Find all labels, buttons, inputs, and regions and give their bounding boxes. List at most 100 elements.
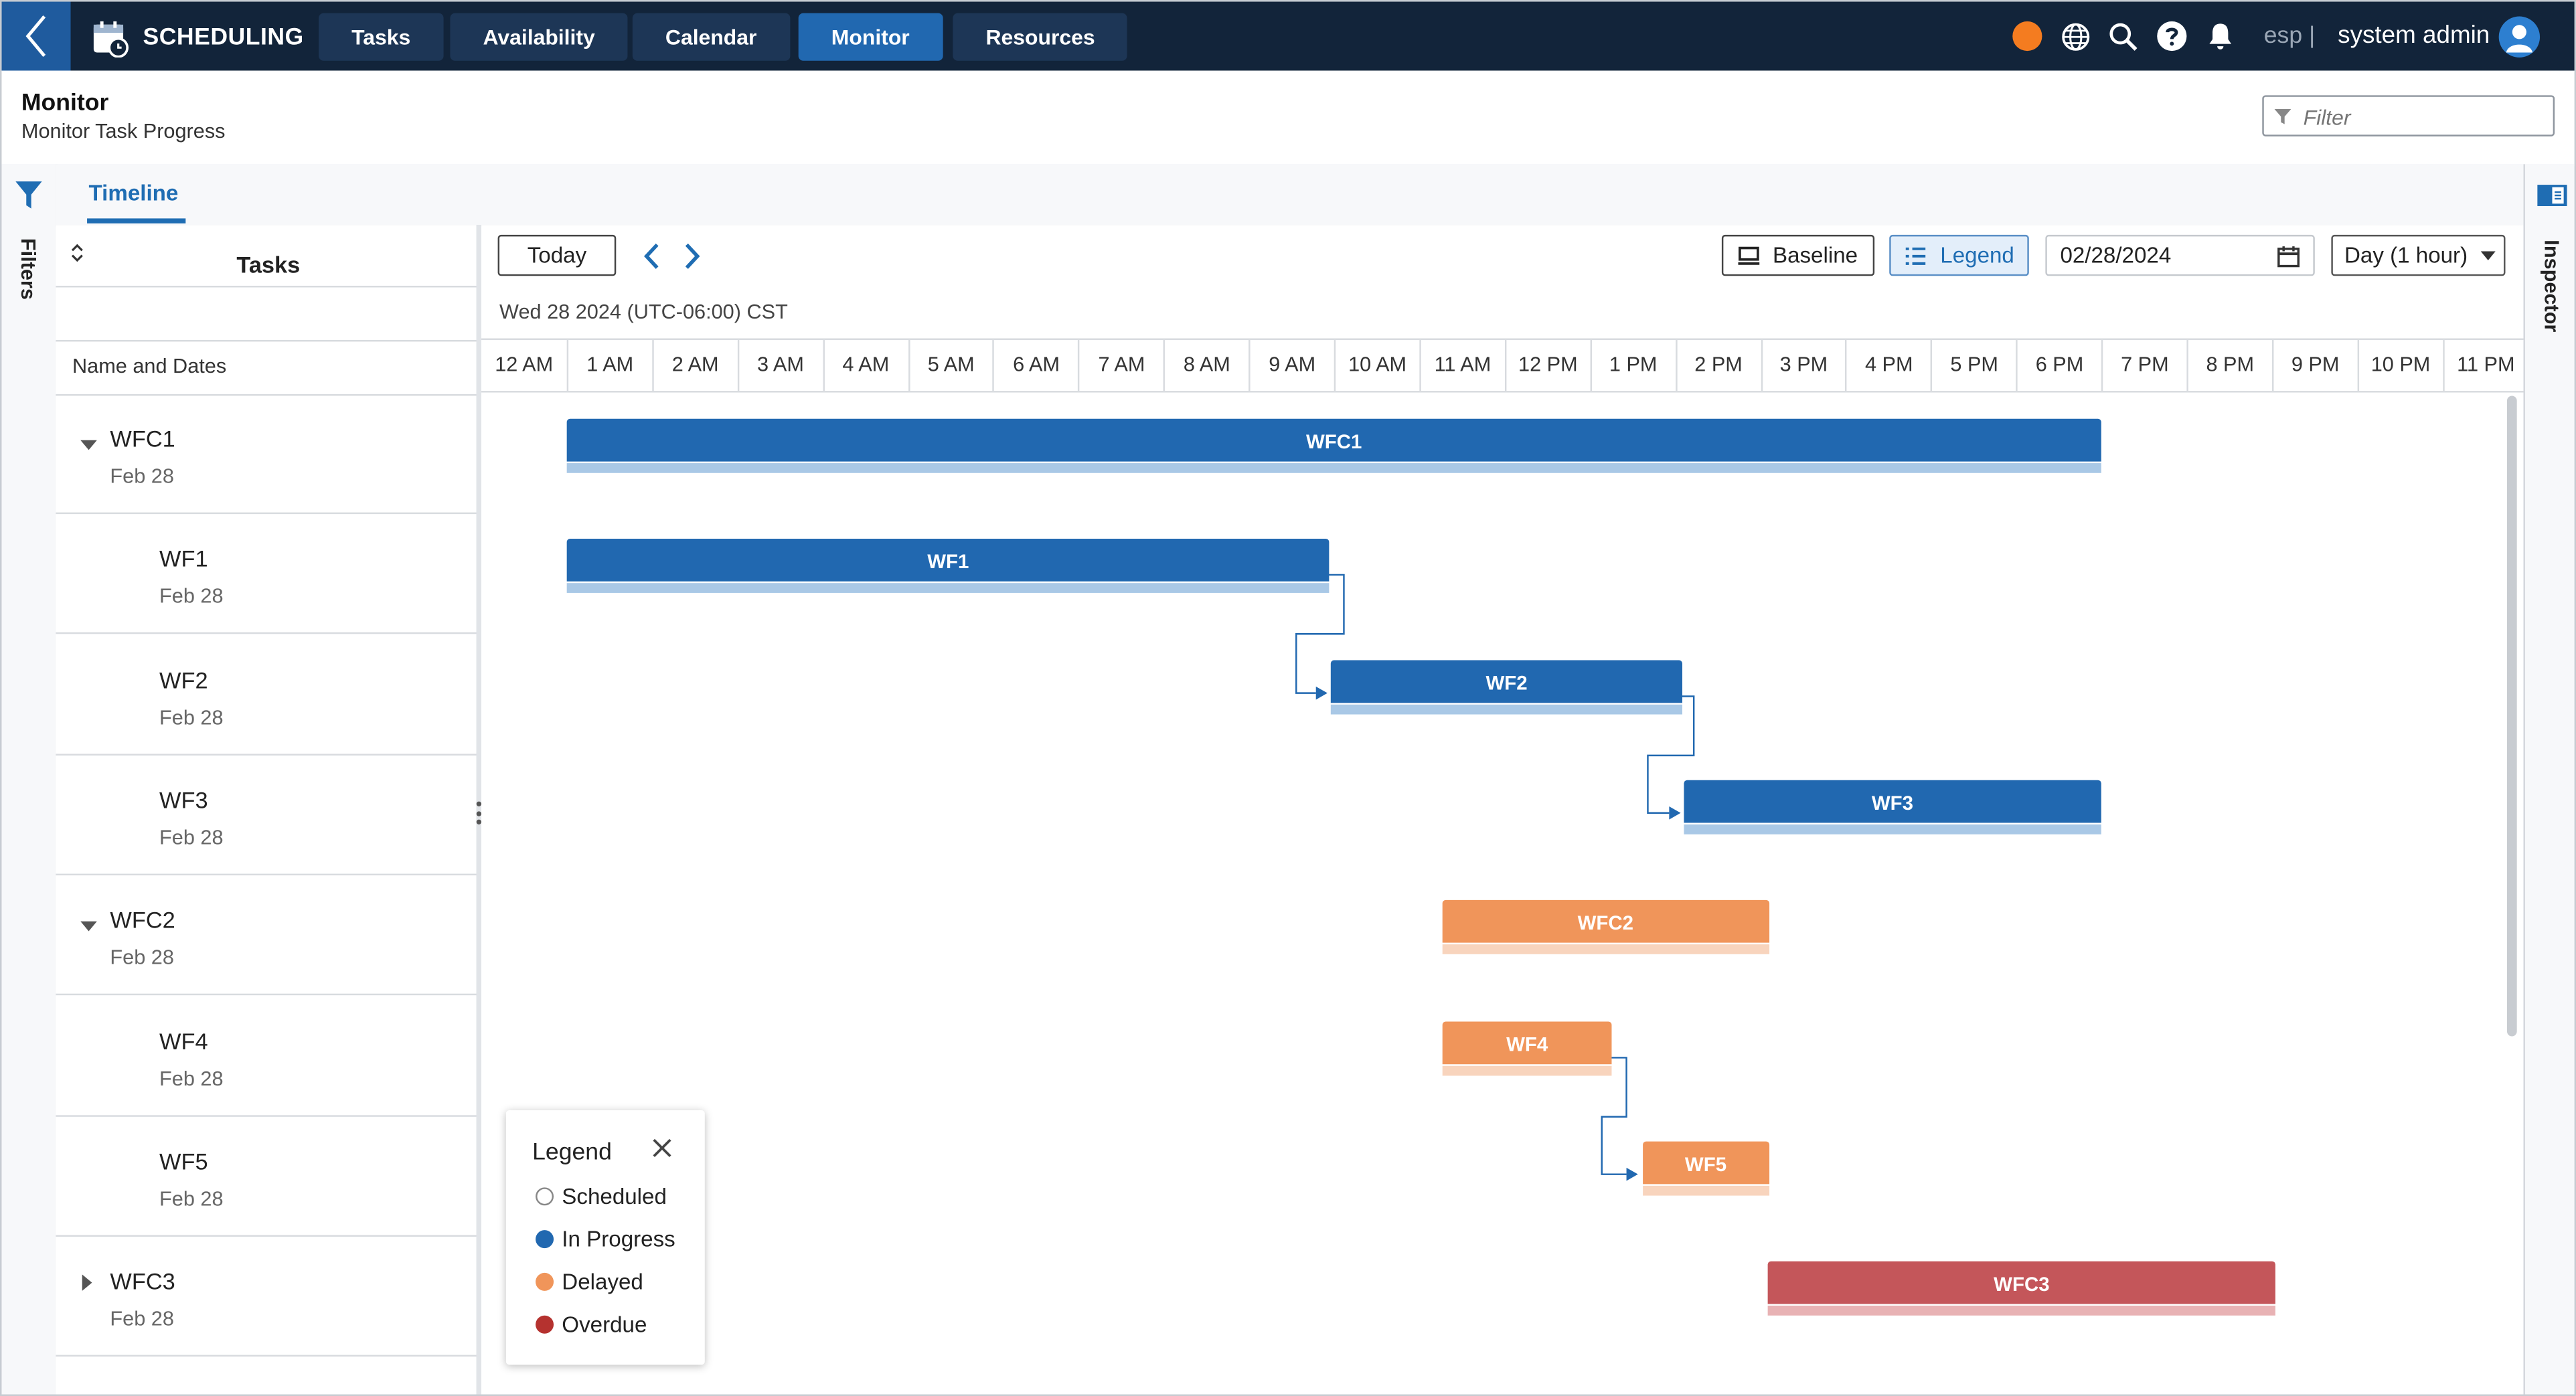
gantt-bar-label: WF3 (1871, 791, 1914, 814)
gantt-bar-label: WFC2 (1577, 911, 1634, 935)
baseline-button[interactable]: Baseline (1721, 234, 1875, 276)
nav-resources[interactable]: Resources (953, 13, 1128, 61)
task-row[interactable]: WF4 Feb 28 (56, 994, 477, 1116)
task-row[interactable]: WFC1 Feb 28 (56, 393, 477, 515)
inspector-rail[interactable]: Inspector (2523, 164, 2575, 1395)
date-value[interactable]: 02/28/2024 (2060, 243, 2171, 268)
filter-input[interactable] (2300, 102, 2553, 133)
gantt-bar-label: WFC3 (1994, 1273, 2050, 1296)
page-subtitle: Monitor Task Progress (21, 120, 226, 143)
gantt-bar[interactable]: WF2 (1331, 659, 1682, 714)
collapse-caret-icon[interactable] (80, 440, 97, 450)
legend-label: Overdue (562, 1312, 647, 1337)
legend-label: Legend (1940, 243, 2014, 268)
dependency-lines (1295, 574, 1695, 1181)
tasks-title: Tasks (236, 251, 301, 278)
legend-label: In Progress (562, 1227, 675, 1252)
gantt-bar[interactable]: WFC2 (1442, 900, 1769, 955)
app-brand: SCHEDULING (90, 18, 304, 58)
collapse-caret-icon[interactable] (80, 922, 97, 932)
next-icon[interactable] (681, 242, 701, 271)
task-name: WF4 (159, 1027, 208, 1054)
task-date: Feb 28 (159, 826, 224, 849)
calendar-icon[interactable] (2277, 245, 2300, 268)
filters-label[interactable]: Filters (17, 238, 39, 300)
tab-timeline[interactable]: Timeline (89, 181, 179, 205)
task-row[interactable]: WF1 Feb 28 (56, 513, 477, 635)
bell-icon[interactable] (2203, 19, 2236, 52)
scale-value: Day (1 hour) (2344, 243, 2468, 268)
today-button[interactable]: Today (497, 234, 617, 276)
back-button[interactable] (1, 1, 71, 71)
user-name[interactable]: system admin (2338, 21, 2490, 50)
hour-label: 4 PM (1845, 339, 1931, 391)
gantt-bar[interactable]: WF4 (1443, 1021, 1611, 1075)
hour-label: 12 PM (1504, 339, 1589, 391)
task-row[interactable]: WF2 Feb 28 (56, 633, 477, 755)
hour-label: 8 AM (1163, 339, 1249, 391)
hour-label: 9 PM (2271, 339, 2357, 391)
calendar-clock-icon (93, 21, 129, 58)
date-picker[interactable]: 02/28/2024 (2045, 234, 2315, 276)
help-icon[interactable] (2156, 19, 2188, 52)
hour-label: 6 PM (2016, 339, 2101, 391)
hour-label: 9 AM (1249, 339, 1334, 391)
task-date: Feb 28 (159, 1066, 224, 1090)
inspector-label[interactable]: Inspector (2540, 240, 2563, 332)
tab-active-indicator (87, 218, 186, 224)
gantt-bar-label: WFC1 (1305, 430, 1362, 454)
hour-label: 7 AM (1078, 339, 1163, 391)
legend-item: Scheduled (536, 1184, 667, 1209)
tasks-column-header: Name and Dates (56, 339, 477, 396)
search-icon[interactable] (2106, 19, 2139, 52)
task-date: Feb 28 (110, 946, 174, 970)
legend-title: Legend (532, 1140, 612, 1166)
status-indicator-icon[interactable] (2011, 19, 2044, 52)
vertical-scrollbar[interactable] (2506, 396, 2517, 1037)
task-row[interactable]: WF3 Feb 28 (56, 754, 477, 875)
gantt-bar[interactable]: WF3 (1683, 780, 2101, 835)
legend-item: In Progress (536, 1227, 675, 1251)
gantt-bar[interactable]: WF1 (566, 539, 1330, 594)
legend-button[interactable]: Legend (1889, 234, 2029, 276)
scale-select[interactable]: Day (1 hour) (2331, 234, 2506, 276)
legend-swatch-icon (536, 1272, 554, 1291)
nav-tasks[interactable]: Tasks (319, 13, 444, 61)
baseline-icon (1738, 246, 1760, 265)
legend-swatch-icon (536, 1230, 554, 1249)
gantt-bar-label: WF1 (927, 550, 969, 574)
expand-caret-icon[interactable] (82, 1274, 92, 1292)
nav-availability[interactable]: Availability (450, 13, 628, 61)
task-row[interactable]: WF5 Feb 28 (56, 1115, 477, 1237)
user-avatar-icon[interactable] (2498, 16, 2541, 58)
funnel-icon[interactable] (15, 181, 43, 210)
nav-monitor[interactable]: Monitor (798, 13, 943, 61)
task-date: Feb 28 (159, 585, 224, 608)
close-icon[interactable] (651, 1136, 673, 1159)
hour-label: 1 PM (1589, 339, 1675, 391)
task-row[interactable]: WFC3 Feb 28 (56, 1235, 477, 1357)
inspector-panel-icon[interactable] (2537, 184, 2568, 207)
app-name: SCHEDULING (143, 24, 304, 52)
gantt-bar[interactable]: WF5 (1642, 1141, 1769, 1196)
gantt-bar-label: WF4 (1506, 1032, 1548, 1055)
nav-calendar[interactable]: Calendar (632, 13, 790, 61)
task-row[interactable]: WFC2 Feb 28 (56, 874, 477, 996)
legend-item: Delayed (536, 1270, 643, 1294)
tasks-header: Tasks (56, 225, 477, 288)
prev-icon[interactable] (643, 242, 662, 271)
tasks-panel: Tasks Name and Dates WFC1 Feb 28 WF1 Feb 28… (56, 225, 479, 1395)
globe-icon[interactable] (2059, 19, 2091, 52)
sort-icon[interactable] (71, 243, 84, 262)
baseline-bar (1683, 824, 2101, 835)
gantt-bar[interactable]: WFC3 (1767, 1261, 2277, 1316)
legend-popup: Legend Scheduled In Progress Delayed Overdu… (505, 1110, 705, 1365)
timeline-toolbar: Today Baseline Legend 02/28/2024 Day (1 … (481, 225, 2523, 287)
legend-label: Delayed (562, 1270, 643, 1294)
language-switch[interactable]: esp | (2264, 23, 2316, 49)
filters-rail[interactable]: Filters (1, 164, 58, 1395)
chevron-left-icon (25, 15, 46, 58)
task-name: WF2 (159, 666, 208, 693)
gantt-bar[interactable]: WFC1 (566, 418, 2101, 473)
filter-field[interactable] (2262, 95, 2555, 137)
